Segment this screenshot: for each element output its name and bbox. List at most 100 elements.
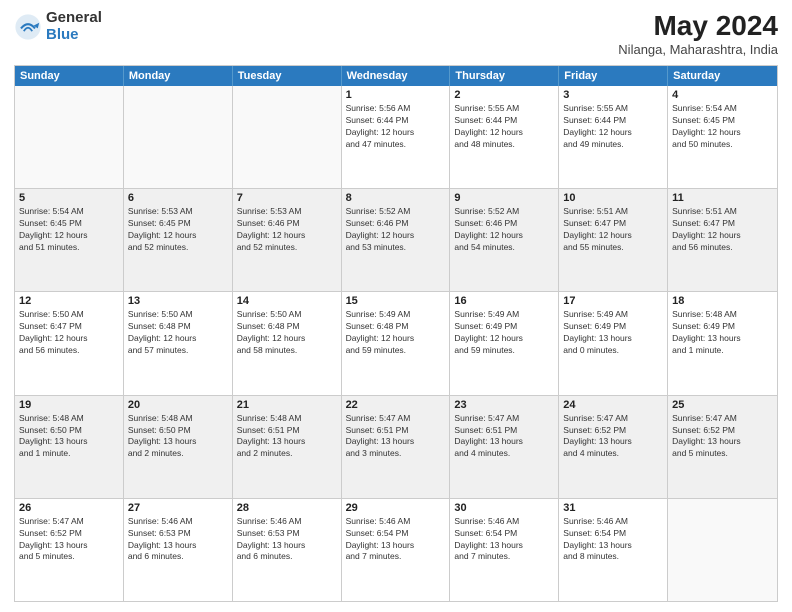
logo-text: General Blue bbox=[46, 10, 102, 43]
day-number: 17 bbox=[563, 295, 663, 307]
day-number: 2 bbox=[454, 89, 554, 101]
day-cell-19: 19 Sunrise: 5:48 AM Sunset: 6:50 PM Dayli… bbox=[15, 396, 124, 498]
cell-info: Sunrise: 5:53 AM Sunset: 6:46 PM Dayligh… bbox=[237, 206, 337, 254]
cell-info: Sunrise: 5:55 AM Sunset: 6:44 PM Dayligh… bbox=[454, 103, 554, 151]
cell-info: Sunrise: 5:47 AM Sunset: 6:52 PM Dayligh… bbox=[19, 516, 119, 564]
day-cell-21: 21 Sunrise: 5:48 AM Sunset: 6:51 PM Dayli… bbox=[233, 396, 342, 498]
day-cell-2: 2 Sunrise: 5:55 AM Sunset: 6:44 PM Daylig… bbox=[450, 86, 559, 188]
title-area: May 2024 Nilanga, Maharashtra, India bbox=[618, 10, 778, 57]
day-cell-11: 11 Sunrise: 5:51 AM Sunset: 6:47 PM Dayli… bbox=[668, 189, 777, 291]
cell-info: Sunrise: 5:47 AM Sunset: 6:52 PM Dayligh… bbox=[672, 413, 773, 461]
header-day-saturday: Saturday bbox=[668, 66, 777, 86]
main-title: May 2024 bbox=[618, 10, 778, 42]
header-day-friday: Friday bbox=[559, 66, 668, 86]
calendar-row-3: 19 Sunrise: 5:48 AM Sunset: 6:50 PM Dayli… bbox=[15, 395, 777, 498]
day-number: 1 bbox=[346, 89, 446, 101]
day-number: 29 bbox=[346, 502, 446, 514]
header-day-tuesday: Tuesday bbox=[233, 66, 342, 86]
day-number: 13 bbox=[128, 295, 228, 307]
day-number: 7 bbox=[237, 192, 337, 204]
day-cell-6: 6 Sunrise: 5:53 AM Sunset: 6:45 PM Daylig… bbox=[124, 189, 233, 291]
cell-info: Sunrise: 5:48 AM Sunset: 6:49 PM Dayligh… bbox=[672, 309, 773, 357]
day-cell-14: 14 Sunrise: 5:50 AM Sunset: 6:48 PM Dayli… bbox=[233, 292, 342, 394]
cell-info: Sunrise: 5:46 AM Sunset: 6:54 PM Dayligh… bbox=[346, 516, 446, 564]
day-cell-4: 4 Sunrise: 5:54 AM Sunset: 6:45 PM Daylig… bbox=[668, 86, 777, 188]
day-cell-5: 5 Sunrise: 5:54 AM Sunset: 6:45 PM Daylig… bbox=[15, 189, 124, 291]
day-number: 27 bbox=[128, 502, 228, 514]
day-number: 28 bbox=[237, 502, 337, 514]
day-number: 8 bbox=[346, 192, 446, 204]
cell-info: Sunrise: 5:50 AM Sunset: 6:48 PM Dayligh… bbox=[237, 309, 337, 357]
cell-info: Sunrise: 5:53 AM Sunset: 6:45 PM Dayligh… bbox=[128, 206, 228, 254]
cell-info: Sunrise: 5:51 AM Sunset: 6:47 PM Dayligh… bbox=[672, 206, 773, 254]
cell-info: Sunrise: 5:47 AM Sunset: 6:51 PM Dayligh… bbox=[346, 413, 446, 461]
day-cell-1: 1 Sunrise: 5:56 AM Sunset: 6:44 PM Daylig… bbox=[342, 86, 451, 188]
subtitle: Nilanga, Maharashtra, India bbox=[618, 42, 778, 57]
empty-cell bbox=[124, 86, 233, 188]
header-day-monday: Monday bbox=[124, 66, 233, 86]
day-number: 9 bbox=[454, 192, 554, 204]
cell-info: Sunrise: 5:49 AM Sunset: 6:48 PM Dayligh… bbox=[346, 309, 446, 357]
day-number: 12 bbox=[19, 295, 119, 307]
day-number: 4 bbox=[672, 89, 773, 101]
cell-info: Sunrise: 5:47 AM Sunset: 6:51 PM Dayligh… bbox=[454, 413, 554, 461]
day-cell-27: 27 Sunrise: 5:46 AM Sunset: 6:53 PM Dayli… bbox=[124, 499, 233, 601]
cell-info: Sunrise: 5:51 AM Sunset: 6:47 PM Dayligh… bbox=[563, 206, 663, 254]
cell-info: Sunrise: 5:46 AM Sunset: 6:53 PM Dayligh… bbox=[237, 516, 337, 564]
day-cell-22: 22Sunrise: 5:47 AM Sunset: 6:51 PM Dayli… bbox=[342, 396, 451, 498]
day-number: 11 bbox=[672, 192, 773, 204]
header-day-thursday: Thursday bbox=[450, 66, 559, 86]
day-number: 23 bbox=[454, 399, 554, 411]
cell-info: Sunrise: 5:48 AM Sunset: 6:50 PM Dayligh… bbox=[19, 413, 119, 461]
header-day-wednesday: Wednesday bbox=[342, 66, 451, 86]
calendar-row-4: 26 Sunrise: 5:47 AM Sunset: 6:52 PM Dayli… bbox=[15, 498, 777, 601]
cell-info: Sunrise: 5:55 AM Sunset: 6:44 PM Dayligh… bbox=[563, 103, 663, 151]
cell-info: Sunrise: 5:48 AM Sunset: 6:51 PM Dayligh… bbox=[237, 413, 337, 461]
cell-info: Sunrise: 5:50 AM Sunset: 6:47 PM Dayligh… bbox=[19, 309, 119, 357]
day-cell-12: 12 Sunrise: 5:50 AM Sunset: 6:47 PM Dayli… bbox=[15, 292, 124, 394]
cell-info: Sunrise: 5:52 AM Sunset: 6:46 PM Dayligh… bbox=[454, 206, 554, 254]
day-cell-7: 7 Sunrise: 5:53 AM Sunset: 6:46 PM Daylig… bbox=[233, 189, 342, 291]
cell-info: Sunrise: 5:49 AM Sunset: 6:49 PM Dayligh… bbox=[454, 309, 554, 357]
calendar-header: SundayMondayTuesdayWednesdayThursdayFrid… bbox=[15, 66, 777, 86]
logo-general: General bbox=[46, 10, 102, 27]
day-number: 3 bbox=[563, 89, 663, 101]
cell-info: Sunrise: 5:47 AM Sunset: 6:52 PM Dayligh… bbox=[563, 413, 663, 461]
day-number: 10 bbox=[563, 192, 663, 204]
day-cell-18: 18 Sunrise: 5:48 AM Sunset: 6:49 PM Dayli… bbox=[668, 292, 777, 394]
cell-info: Sunrise: 5:46 AM Sunset: 6:54 PM Dayligh… bbox=[454, 516, 554, 564]
cell-info: Sunrise: 5:46 AM Sunset: 6:53 PM Dayligh… bbox=[128, 516, 228, 564]
day-number: 18 bbox=[672, 295, 773, 307]
calendar-row-0: 1 Sunrise: 5:56 AM Sunset: 6:44 PM Daylig… bbox=[15, 86, 777, 188]
day-cell-8: 8 Sunrise: 5:52 AM Sunset: 6:46 PM Daylig… bbox=[342, 189, 451, 291]
cell-info: Sunrise: 5:49 AM Sunset: 6:49 PM Dayligh… bbox=[563, 309, 663, 357]
day-cell-15: 15Sunrise: 5:49 AM Sunset: 6:48 PM Dayli… bbox=[342, 292, 451, 394]
day-number: 31 bbox=[563, 502, 663, 514]
day-number: 5 bbox=[19, 192, 119, 204]
cell-info: Sunrise: 5:56 AM Sunset: 6:44 PM Dayligh… bbox=[346, 103, 446, 151]
day-cell-16: 16Sunrise: 5:49 AM Sunset: 6:49 PM Dayli… bbox=[450, 292, 559, 394]
day-number: 21 bbox=[237, 399, 337, 411]
day-cell-30: 30 Sunrise: 5:46 AM Sunset: 6:54 PM Dayli… bbox=[450, 499, 559, 601]
empty-cell bbox=[668, 499, 777, 601]
cell-info: Sunrise: 5:54 AM Sunset: 6:45 PM Dayligh… bbox=[19, 206, 119, 254]
day-cell-25: 25Sunrise: 5:47 AM Sunset: 6:52 PM Dayli… bbox=[668, 396, 777, 498]
cell-info: Sunrise: 5:52 AM Sunset: 6:46 PM Dayligh… bbox=[346, 206, 446, 254]
logo: General Blue bbox=[14, 10, 102, 43]
day-number: 30 bbox=[454, 502, 554, 514]
day-number: 19 bbox=[19, 399, 119, 411]
day-cell-29: 29 Sunrise: 5:46 AM Sunset: 6:54 PM Dayli… bbox=[342, 499, 451, 601]
cell-info: Sunrise: 5:54 AM Sunset: 6:45 PM Dayligh… bbox=[672, 103, 773, 151]
day-number: 24 bbox=[563, 399, 663, 411]
header-day-sunday: Sunday bbox=[15, 66, 124, 86]
calendar: SundayMondayTuesdayWednesdayThursdayFrid… bbox=[14, 65, 778, 602]
day-cell-17: 17 Sunrise: 5:49 AM Sunset: 6:49 PM Dayli… bbox=[559, 292, 668, 394]
day-number: 6 bbox=[128, 192, 228, 204]
day-cell-10: 10 Sunrise: 5:51 AM Sunset: 6:47 PM Dayli… bbox=[559, 189, 668, 291]
calendar-body: 1 Sunrise: 5:56 AM Sunset: 6:44 PM Daylig… bbox=[15, 86, 777, 601]
day-number: 14 bbox=[237, 295, 337, 307]
page: General Blue May 2024 Nilanga, Maharasht… bbox=[0, 0, 792, 612]
cell-info: Sunrise: 5:48 AM Sunset: 6:50 PM Dayligh… bbox=[128, 413, 228, 461]
day-cell-31: 31Sunrise: 5:46 AM Sunset: 6:54 PM Dayli… bbox=[559, 499, 668, 601]
day-number: 26 bbox=[19, 502, 119, 514]
